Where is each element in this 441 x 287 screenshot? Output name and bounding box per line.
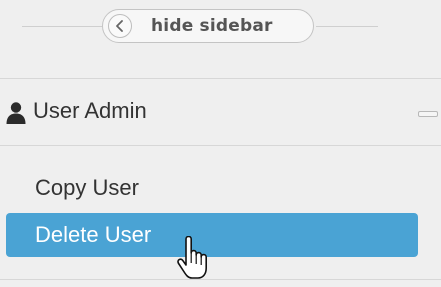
user-icon <box>5 101 27 130</box>
hide-sidebar-button[interactable]: hide sidebar <box>102 9 314 43</box>
menu-item-delete-user[interactable]: Delete User <box>6 213 418 257</box>
divider-line <box>22 26 102 27</box>
divider-line <box>0 279 441 280</box>
menu-item-label: Delete User <box>35 222 152 247</box>
chevron-left-icon <box>108 14 132 38</box>
hide-sidebar-row: hide sidebar <box>0 0 441 55</box>
section-title: User Admin <box>33 98 147 123</box>
menu-item-label: Copy User <box>35 175 139 200</box>
divider-line <box>316 26 378 27</box>
minus-icon[interactable] <box>418 111 438 117</box>
menu-item-copy-user[interactable]: Copy User <box>6 166 418 210</box>
hide-sidebar-label: hide sidebar <box>151 16 273 36</box>
sidebar-panel: hide sidebar User Admin Copy User Delete… <box>0 0 441 286</box>
section-header-user-admin[interactable]: User Admin <box>0 78 441 146</box>
